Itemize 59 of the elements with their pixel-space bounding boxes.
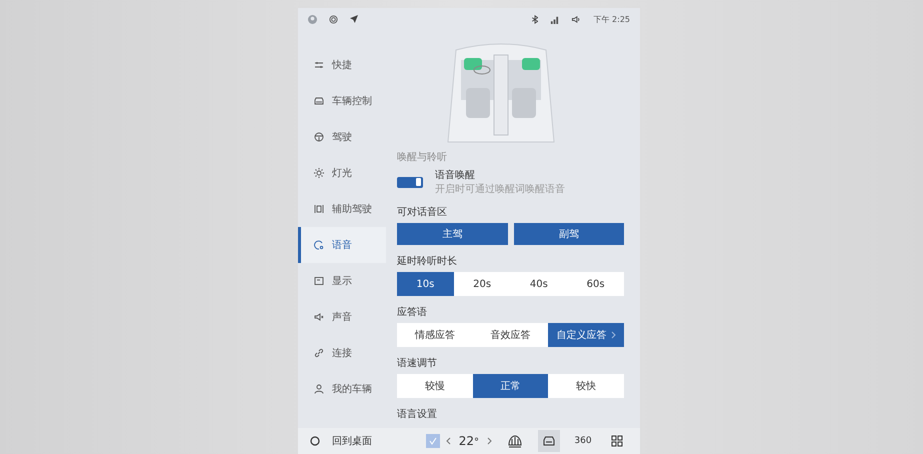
sidebar-label: 我的车辆 <box>332 382 372 396</box>
sidebar-item[interactable]: 连接 <box>298 335 386 371</box>
sidebar-label: 灯光 <box>332 166 352 180</box>
home-circle-icon[interactable] <box>310 436 320 446</box>
zone-button[interactable]: 副驾 <box>514 223 624 245</box>
temperature-value: 22° <box>458 434 479 448</box>
defrost-icon <box>508 434 522 448</box>
toggle-description: 开启时可通过唤醒词唤醒语音 <box>435 182 565 196</box>
section-title: 语速调节 <box>397 356 438 370</box>
section-title: 应答语 <box>397 306 428 319</box>
sidebar-label: 显示 <box>332 275 352 288</box>
sidebar-label: 驾驶 <box>332 130 352 144</box>
section-label: 唤醒与聆听 <box>397 150 448 164</box>
display-icon <box>314 276 324 286</box>
section-title: 可对话音区 <box>397 206 448 219</box>
volume-icon <box>571 14 582 24</box>
sidebar-item[interactable]: 显示 <box>298 263 386 299</box>
fingerprint-icon[interactable] <box>329 14 338 24</box>
toggle-label: 语音唤醒 <box>435 168 476 182</box>
sidebar-item[interactable]: 驾驶 <box>298 119 386 155</box>
section-title: 延时聆听时长 <box>397 254 458 268</box>
sidebar-label: 快捷 <box>332 58 352 72</box>
sun-icon <box>314 168 324 178</box>
section-title: 语言设置 <box>397 408 438 421</box>
link-icon <box>314 348 324 358</box>
sidebar-label: 语音 <box>332 238 352 252</box>
sliders-icon <box>314 60 324 70</box>
sidebar-label: 辅助驾驶 <box>332 202 372 216</box>
sidebar-item[interactable]: 语音 <box>298 227 386 263</box>
toggle-switch[interactable] <box>397 176 423 188</box>
sidebar-item[interactable]: 车辆控制 <box>298 83 386 119</box>
sidebar-item[interactable]: 快捷 <box>298 47 386 83</box>
segment-option[interactable]: 10s <box>397 272 454 296</box>
dock-button[interactable] <box>538 430 560 452</box>
sidebar-item[interactable]: 我的车辆 <box>298 371 386 407</box>
zone-button[interactable]: 主驾 <box>397 223 508 245</box>
sidebar-label: 连接 <box>332 346 352 360</box>
sidebar-item[interactable]: 声音 <box>298 299 386 335</box>
voice-icon <box>314 240 324 250</box>
car-icon <box>314 96 324 106</box>
home-label[interactable]: 回到桌面 <box>332 434 372 448</box>
speaker-icon <box>314 312 324 322</box>
status-time: 下午 2:25 <box>593 14 630 24</box>
segment-option[interactable]: 自定义应答 <box>548 323 624 347</box>
navigation-arrow-icon <box>350 15 358 23</box>
sidebar-label: 车辆控制 <box>332 94 372 108</box>
dock-button[interactable]: 360 <box>572 430 594 452</box>
sidebar-item[interactable]: 灯光 <box>298 155 386 191</box>
lane-icon <box>314 204 324 214</box>
car-icon <box>542 434 556 448</box>
grid-icon <box>610 434 624 448</box>
person-icon <box>314 384 324 394</box>
steering-wheel-icon <box>314 132 324 142</box>
sidebar-item[interactable]: 辅助驾驶 <box>298 191 386 227</box>
bluetooth-icon <box>532 14 538 24</box>
segment-option[interactable]: 正常 <box>472 374 548 398</box>
signal-icon <box>550 14 560 24</box>
sidebar-label: 声音 <box>332 310 352 324</box>
checkbox-icon[interactable] <box>426 434 440 448</box>
